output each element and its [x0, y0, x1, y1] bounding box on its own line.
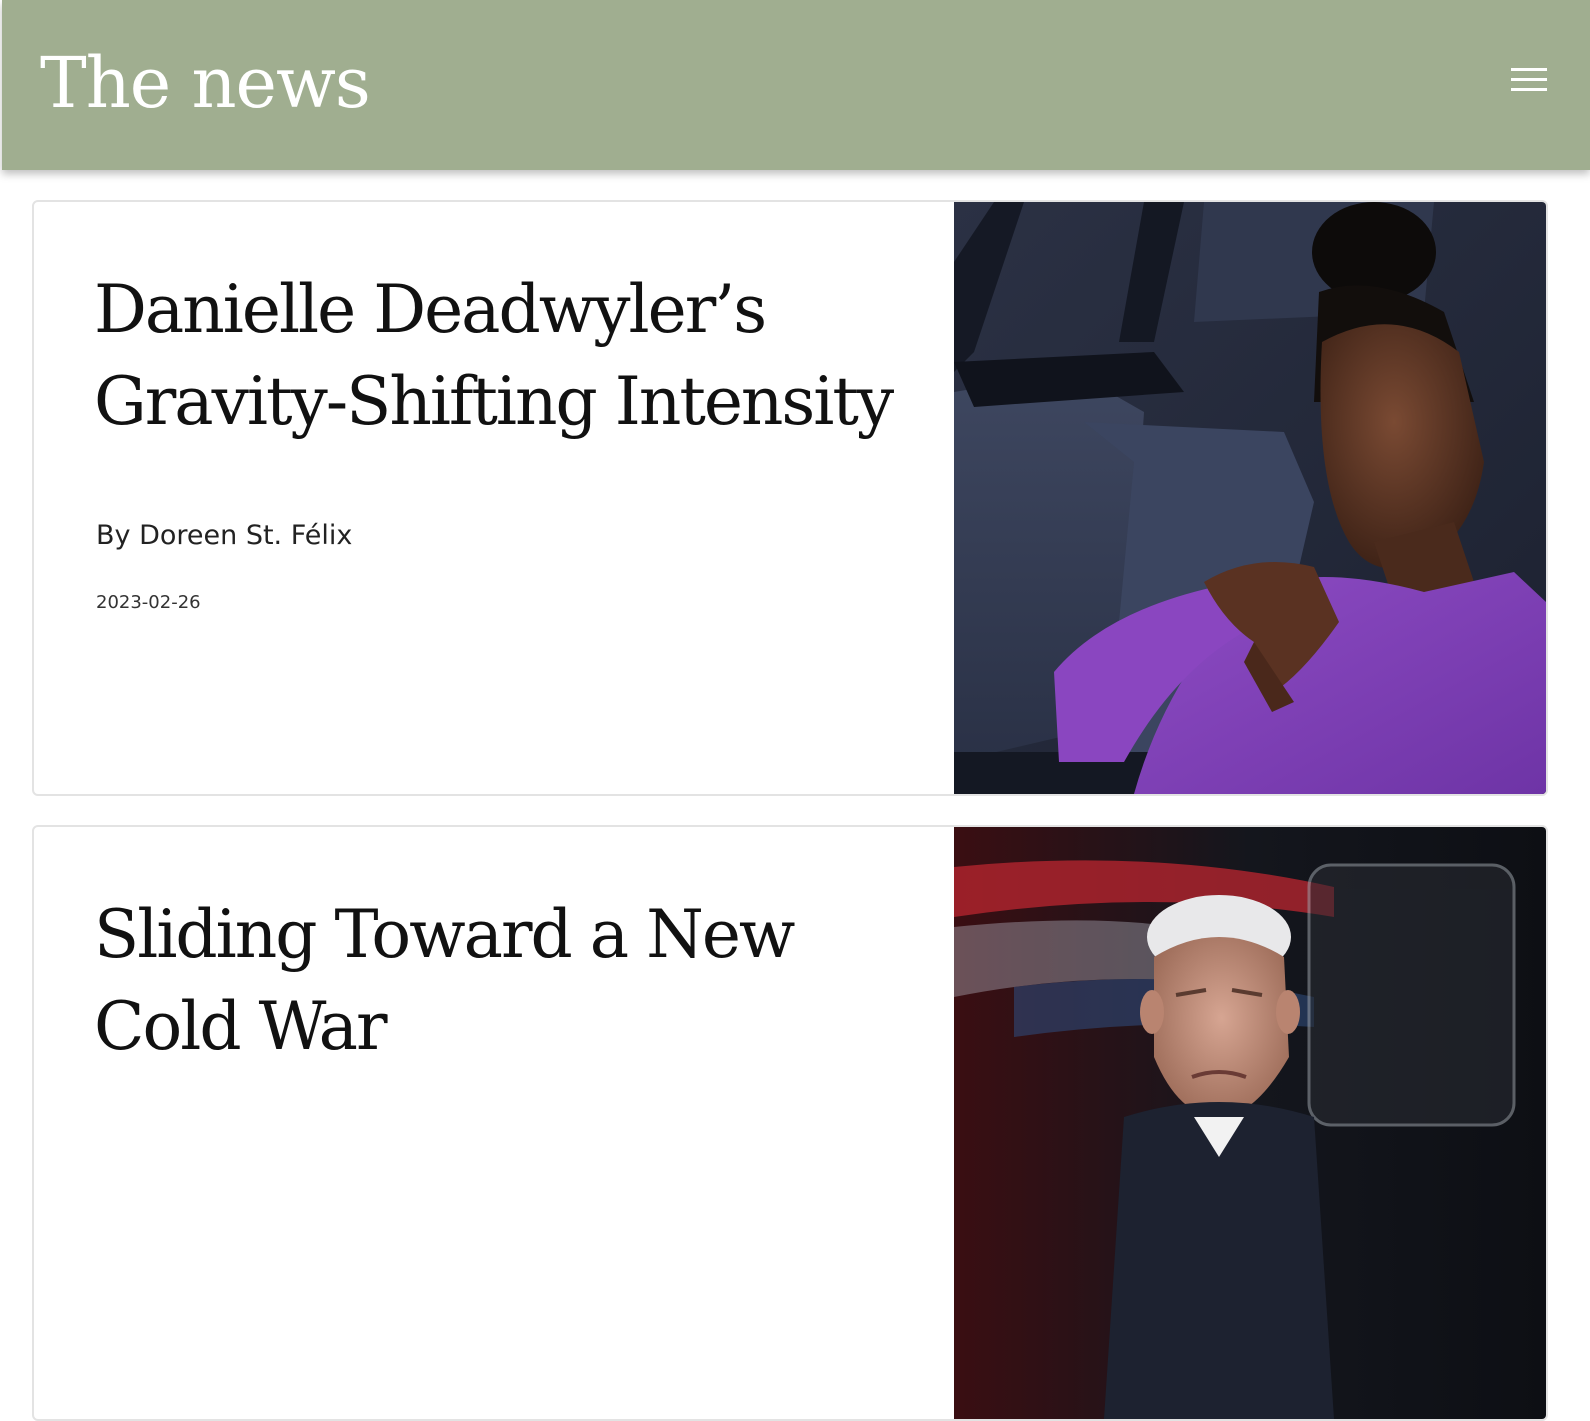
site-header: The news	[2, 0, 1590, 170]
hamburger-menu-icon-bar	[1511, 88, 1547, 91]
menu-button[interactable]	[1508, 64, 1548, 98]
article-card[interactable]: Danielle Deadwyler’s Gravity-Shifting In…	[32, 200, 1548, 796]
article-byline: By Doreen St. Félix	[96, 520, 353, 551]
hamburger-menu-icon-bar	[1511, 68, 1547, 71]
article-headline[interactable]: Sliding Toward a New Cold War	[94, 889, 914, 1073]
site-title[interactable]: The news	[40, 38, 371, 128]
article-image[interactable]	[954, 827, 1546, 1419]
article-date: 2023-02-26	[96, 592, 201, 613]
article-headline[interactable]: Danielle Deadwyler’s Gravity-Shifting In…	[94, 264, 914, 448]
woman-seated-in-theater-photo	[954, 202, 1546, 794]
article-card[interactable]: Sliding Toward a New Cold War	[32, 825, 1548, 1421]
hamburger-menu-icon-bar	[1511, 78, 1547, 81]
article-image[interactable]	[954, 202, 1546, 794]
man-at-podium-photo	[954, 827, 1546, 1419]
